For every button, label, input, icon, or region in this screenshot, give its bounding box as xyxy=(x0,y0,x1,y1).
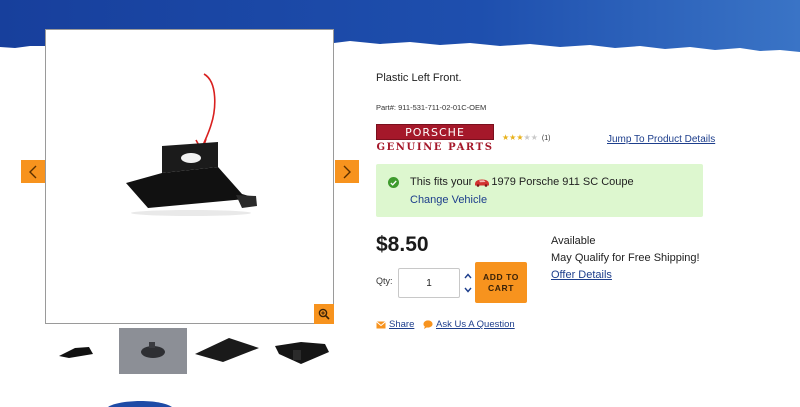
chat-bubble-icon xyxy=(423,320,433,329)
quantity-increase-button[interactable] xyxy=(463,271,472,280)
main-product-image[interactable] xyxy=(45,29,334,324)
chevron-right-icon xyxy=(343,165,351,178)
add-to-cart-button[interactable]: ADD TO CART xyxy=(475,262,527,303)
offer-details-link[interactable]: Offer Details xyxy=(551,269,612,281)
ask-question-label: Ask Us A Question xyxy=(436,319,515,330)
zoom-button[interactable] xyxy=(314,304,334,324)
fitment-notice: This fits your 1979 Porsche 911 SC Coupe… xyxy=(376,164,703,217)
car-icon xyxy=(475,179,490,187)
chevron-down-icon xyxy=(463,287,472,293)
part-number: Part#: 911-531-711-02-01C-OEM xyxy=(376,103,486,112)
shipping-note: May Qualify for Free Shipping! xyxy=(551,252,700,264)
fitment-vehicle: 1979 Porsche 911 SC Coupe xyxy=(491,176,634,188)
share-button[interactable]: Share xyxy=(376,319,414,330)
brand-name: PORSCHE xyxy=(376,124,494,140)
star-empty-icon: ★ xyxy=(530,133,538,142)
star-icon: ★ xyxy=(509,133,517,142)
fitment-text: This fits your 1979 Porsche 911 SC Coupe xyxy=(410,176,634,188)
check-circle-icon xyxy=(388,177,399,188)
fitment-prefix: This fits your xyxy=(410,176,473,188)
thumbnail-3[interactable] xyxy=(193,328,261,374)
thumbnail-2[interactable] xyxy=(119,328,187,374)
star-icon: ★ xyxy=(516,133,524,142)
brand-tagline: GENUINE PARTS xyxy=(376,142,494,153)
chevron-left-icon xyxy=(29,165,37,178)
product-photo xyxy=(126,73,257,216)
next-image-button[interactable] xyxy=(335,160,359,183)
availability-status: Available xyxy=(551,235,596,247)
ask-question-button[interactable]: Ask Us A Question xyxy=(423,319,515,330)
chevron-up-icon xyxy=(463,272,472,278)
change-vehicle-link[interactable]: Change Vehicle xyxy=(410,194,487,206)
star-rating[interactable]: ★ ★ ★ ★ ★ (1) xyxy=(502,134,550,142)
product-title: Plastic Left Front. xyxy=(376,72,462,84)
part-number-value: 911-531-711-02-01C-OEM xyxy=(398,103,487,112)
quantity-label: Qty: xyxy=(376,276,393,286)
star-empty-icon: ★ xyxy=(523,133,531,142)
porsche-genuine-parts-logo: PORSCHE GENUINE PARTS xyxy=(376,124,494,154)
part-number-label: Part#: xyxy=(376,103,397,112)
add-to-cart-line1: ADD TO xyxy=(482,271,520,282)
footer-edge xyxy=(108,400,172,407)
star-icon: ★ xyxy=(502,133,510,142)
thumbnail-4[interactable] xyxy=(267,328,335,374)
zoom-in-icon xyxy=(318,308,330,320)
share-label: Share xyxy=(389,319,415,330)
quantity-decrease-button[interactable] xyxy=(463,285,472,294)
quantity-input[interactable] xyxy=(398,268,460,298)
review-count: (1) xyxy=(541,134,551,142)
product-page: Plastic Left Front. Part#: 911-531-711-0… xyxy=(0,0,800,407)
thumbnail-1[interactable] xyxy=(45,328,113,374)
price: $8.50 xyxy=(376,233,429,256)
jump-to-details-link[interactable]: Jump To Product Details xyxy=(607,134,715,145)
add-to-cart-line2: CART xyxy=(487,282,514,293)
envelope-icon xyxy=(376,320,386,328)
previous-image-button[interactable] xyxy=(21,160,45,183)
